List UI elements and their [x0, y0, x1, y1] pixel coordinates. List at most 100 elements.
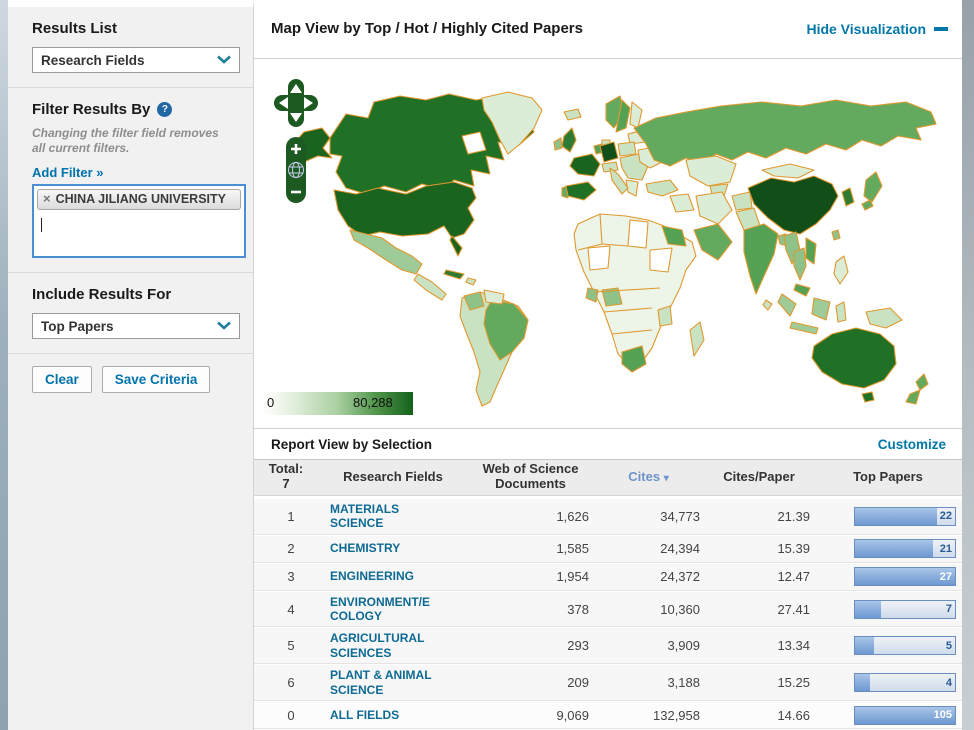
column-header-top-papers[interactable]: Top Papers: [814, 469, 962, 485]
country-vietnam[interactable]: [805, 237, 817, 265]
country-japan-south[interactable]: [861, 199, 874, 211]
country-cuba[interactable]: [443, 269, 465, 280]
hide-visualization-link[interactable]: Hide Visualization: [806, 21, 948, 37]
map-controls: [274, 78, 318, 203]
row-rank: 1: [287, 508, 295, 524]
country-afghanistan[interactable]: [731, 191, 753, 211]
column-header-cites-per-paper[interactable]: Cites/Paper: [704, 469, 814, 485]
country-saudi-arabia[interactable]: [693, 223, 733, 261]
wos-documents-value: 1,585: [556, 541, 589, 557]
country-new-zealand-south[interactable]: [905, 389, 921, 405]
hide-visualization-label: Hide Visualization: [806, 20, 926, 37]
report-view-header: Report View by Selection Customize: [254, 428, 962, 458]
research-field-link[interactable]: PLANT & ANIMAL SCIENCE: [318, 668, 468, 697]
top-papers-bar: 105: [854, 705, 956, 725]
country-kenya[interactable]: [657, 305, 673, 327]
top-papers-bar: 21: [854, 539, 956, 559]
row-rank: 0: [287, 707, 295, 723]
top-papers-bar: 22: [854, 506, 956, 526]
table-row: 1 MATERIALS SCIENCE 1,626 34,773 21.39 2…: [254, 498, 962, 534]
include-results-selected: Top Papers: [41, 318, 114, 334]
column-header-wos-documents[interactable]: Web of Science Documents: [468, 461, 593, 492]
map-view-title: Map View by Top / Hot / Highly Cited Pap…: [271, 20, 583, 38]
add-filter-link[interactable]: Add Filter »: [32, 165, 104, 180]
top-papers-bar-fill: [855, 600, 881, 618]
results-list-title: Results List: [32, 20, 118, 37]
research-field-link[interactable]: AGRICULTURAL SCIENCES: [318, 631, 468, 660]
country-mongolia[interactable]: [761, 163, 815, 179]
country-kazakhstan[interactable]: [685, 155, 737, 187]
top-papers-bar: 7: [854, 599, 956, 619]
research-field-link[interactable]: ENVIRONMENT/E COLOGY: [318, 595, 468, 624]
country-turkey[interactable]: [645, 179, 679, 197]
country-ghana[interactable]: [585, 287, 599, 303]
central-america[interactable]: [413, 273, 447, 301]
country-poland[interactable]: [617, 141, 637, 157]
filter-tag-label: CHINA JILIANG UNIVERSITY: [55, 192, 226, 206]
country-sudan[interactable]: [649, 247, 673, 273]
country-ireland[interactable]: [553, 137, 563, 151]
country-uk[interactable]: [561, 127, 577, 153]
include-results-dropdown[interactable]: Top Papers: [32, 313, 240, 339]
column-header-cites[interactable]: Cites ▾: [593, 468, 704, 485]
clear-button[interactable]: Clear: [32, 366, 92, 393]
country-finland[interactable]: [629, 101, 643, 129]
country-taiwan[interactable]: [831, 229, 841, 241]
country-mexico[interactable]: [349, 229, 423, 275]
help-icon[interactable]: ?: [157, 102, 173, 117]
top-papers-bar: 4: [854, 673, 956, 693]
country-iceland[interactable]: [563, 108, 582, 121]
country-mali[interactable]: [587, 245, 611, 271]
country-iraq[interactable]: [669, 193, 695, 213]
pan-control[interactable]: [274, 78, 318, 127]
country-japan[interactable]: [863, 171, 883, 203]
top-papers-bar-value: 27: [939, 570, 952, 583]
country-korea[interactable]: [841, 187, 855, 207]
results-list-dropdown[interactable]: Research Fields: [32, 47, 240, 73]
research-field-link[interactable]: ENGINEERING: [318, 569, 468, 583]
research-field-link[interactable]: CHEMISTRY: [318, 541, 468, 555]
filter-input-box[interactable]: × CHINA JILIANG UNIVERSITY: [32, 184, 246, 258]
zoom-control[interactable]: [286, 136, 306, 203]
country-libya[interactable]: [627, 219, 649, 249]
report-view-title: Report View by Selection: [271, 436, 433, 452]
country-sumatra[interactable]: [777, 293, 797, 317]
filter-section: Filter Results By ? Changing the filter …: [8, 88, 253, 273]
country-java[interactable]: [789, 321, 819, 335]
cites-label: Cites: [628, 468, 661, 484]
research-field-link[interactable]: MATERIALS SCIENCE: [318, 502, 468, 531]
country-india[interactable]: [743, 223, 779, 295]
country-madagascar[interactable]: [689, 321, 705, 357]
research-field-link[interactable]: ALL FIELDS: [318, 708, 468, 722]
country-russia[interactable]: [633, 99, 937, 167]
country-malaysia[interactable]: [793, 283, 811, 297]
world-map[interactable]: [266, 84, 956, 424]
country-new-guinea[interactable]: [865, 307, 903, 329]
text-caret: [41, 218, 42, 233]
cites-per-paper-value: 15.39: [777, 541, 810, 557]
cites-per-paper-value: 21.39: [777, 508, 810, 524]
save-criteria-button[interactable]: Save Criteria: [101, 366, 211, 393]
country-venezuela[interactable]: [483, 289, 505, 305]
country-germany[interactable]: [599, 141, 619, 163]
country-spain[interactable]: [565, 181, 597, 201]
country-australia[interactable]: [811, 327, 897, 389]
country-philippines[interactable]: [833, 255, 849, 285]
wos-documents-value: 209: [567, 675, 589, 691]
country-iran[interactable]: [695, 191, 733, 225]
country-new-zealand-north[interactable]: [915, 373, 929, 391]
top-papers-bar-value: 21: [939, 542, 952, 555]
country-tasmania[interactable]: [861, 391, 875, 403]
cites-value: 3,909: [667, 638, 700, 654]
country-usa-florida[interactable]: [449, 235, 463, 257]
country-sulawesi[interactable]: [835, 301, 847, 323]
country-france[interactable]: [569, 153, 601, 177]
row-rank: 6: [287, 675, 295, 691]
country-borneo[interactable]: [811, 297, 831, 321]
country-sri-lanka[interactable]: [762, 299, 773, 311]
column-header-research-fields[interactable]: Research Fields: [318, 469, 468, 485]
country-hispaniola[interactable]: [465, 277, 477, 286]
country-thailand[interactable]: [793, 247, 807, 281]
remove-filter-icon[interactable]: ×: [43, 191, 51, 206]
customize-link[interactable]: Customize: [878, 437, 946, 452]
